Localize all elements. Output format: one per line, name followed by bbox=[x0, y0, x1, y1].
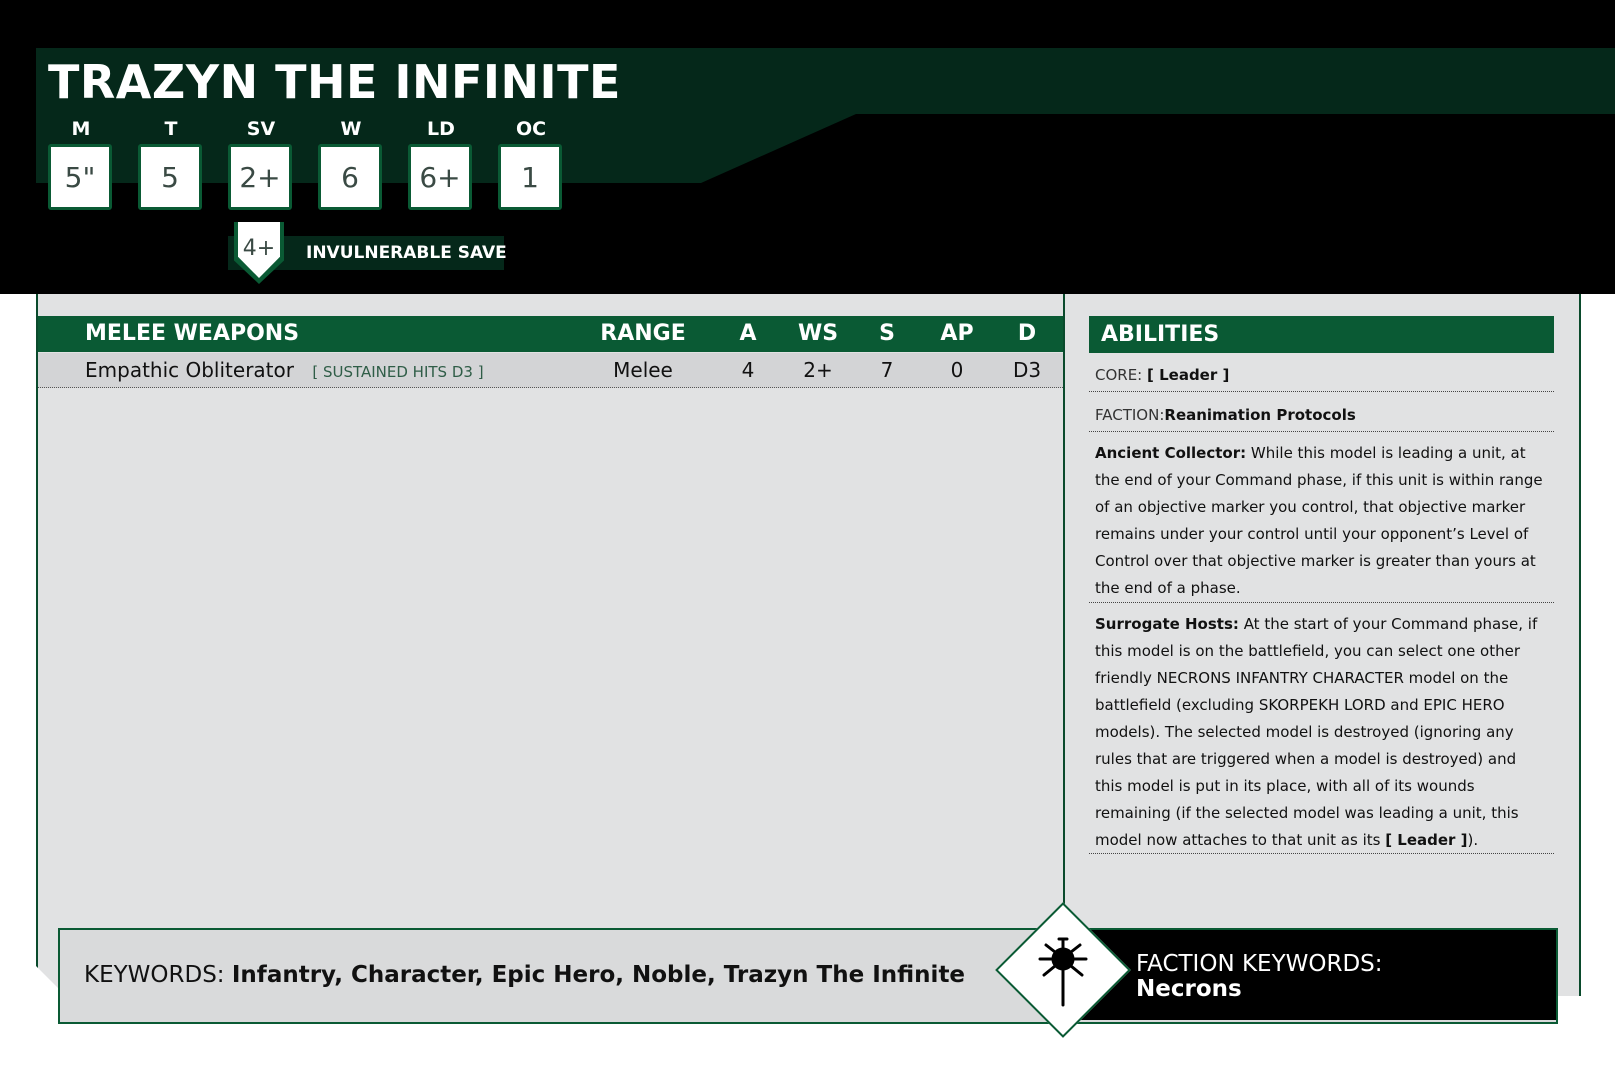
weapon-attacks: 4 bbox=[741, 358, 755, 382]
stat-value: 2+ bbox=[228, 144, 292, 210]
stat-m: M 5" bbox=[48, 114, 114, 210]
column-divider bbox=[1063, 294, 1065, 928]
faction-label: FACTION: bbox=[1095, 406, 1165, 424]
ability-ancient-collector: Ancient Collector: While this model is l… bbox=[1089, 440, 1554, 603]
ability-text-end: ). bbox=[1467, 831, 1479, 849]
col-d: D bbox=[1017, 321, 1037, 346]
core-label: CORE: bbox=[1095, 366, 1143, 384]
stat-value: 6+ bbox=[408, 144, 472, 210]
weapon-ap: 0 bbox=[950, 358, 964, 382]
faction-keywords-value: Necrons bbox=[1136, 976, 1242, 1002]
core-value: [ Leader ] bbox=[1147, 366, 1230, 384]
stat-label: W bbox=[340, 118, 362, 140]
stat-t: T 5 bbox=[138, 114, 204, 210]
stat-label: M bbox=[71, 118, 91, 140]
col-a: A bbox=[739, 321, 757, 346]
stat-value: 1 bbox=[498, 144, 562, 210]
weapon-name: Empathic Obliterator bbox=[85, 358, 294, 382]
stat-value: 5" bbox=[48, 144, 112, 210]
ability-surrogate-hosts: Surrogate Hosts: At the start of your Co… bbox=[1089, 611, 1554, 854]
col-ap: AP bbox=[940, 321, 974, 346]
ability-text: While this model is leading a unit, at t… bbox=[1095, 444, 1543, 597]
keywords-label: KEYWORDS: bbox=[84, 962, 225, 988]
stat-ld: LD 6+ bbox=[408, 114, 474, 210]
ability-leader-ref: [ Leader ] bbox=[1385, 831, 1468, 849]
stat-label: T bbox=[164, 118, 178, 140]
stat-value: 6 bbox=[318, 144, 382, 210]
core-ability: CORE: [ Leader ] bbox=[1089, 362, 1554, 392]
unit-name: TRAZYN THE INFINITE bbox=[48, 55, 621, 109]
stat-w: W 6 bbox=[318, 114, 384, 210]
faction-ability: FACTION:Reanimation Protocols bbox=[1089, 402, 1554, 432]
keywords: KEYWORDS: Infantry, Character, Epic Hero… bbox=[84, 958, 965, 992]
stat-label: LD bbox=[427, 118, 455, 140]
keywords-value: Infantry, Character, Epic Hero, Noble, T… bbox=[231, 962, 966, 988]
weapons-title: MELEE WEAPONS bbox=[85, 321, 300, 346]
weapon-ability-tag: [ SUSTAINED HITS D3 ] bbox=[312, 363, 484, 381]
stat-label: OC bbox=[515, 118, 547, 140]
weapon-row: Empathic Obliterator [ SUSTAINED HITS D3… bbox=[38, 353, 1063, 388]
ability-text: At the start of your Command phase, if t… bbox=[1095, 615, 1538, 849]
stat-sv: SV 2+ bbox=[228, 114, 294, 210]
stat-oc: OC 1 bbox=[498, 114, 564, 210]
stat-label: SV bbox=[246, 118, 276, 140]
ability-name: Surrogate Hosts: bbox=[1095, 615, 1239, 633]
stat-value: 5 bbox=[138, 144, 202, 210]
col-s: S bbox=[879, 321, 895, 346]
necron-faction-icon bbox=[1038, 937, 1088, 1007]
faction-value: Reanimation Protocols bbox=[1164, 406, 1356, 424]
col-range: RANGE bbox=[600, 321, 686, 346]
melee-weapons-header: MELEE WEAPONS RANGE A WS S AP D bbox=[38, 316, 1063, 352]
weapon-strength: 7 bbox=[880, 358, 894, 382]
weapon-name-cell: Empathic Obliterator [ SUSTAINED HITS D3… bbox=[85, 353, 484, 389]
weapon-ws: 2+ bbox=[803, 358, 833, 382]
faction-keywords-label: FACTION KEYWORDS: bbox=[1136, 951, 1383, 977]
weapon-range: Melee bbox=[613, 358, 673, 382]
weapon-damage: D3 bbox=[1012, 358, 1042, 382]
abilities-header: ABILITIES bbox=[1089, 316, 1554, 353]
col-ws: WS bbox=[797, 321, 839, 346]
ability-name: Ancient Collector: bbox=[1095, 444, 1247, 462]
